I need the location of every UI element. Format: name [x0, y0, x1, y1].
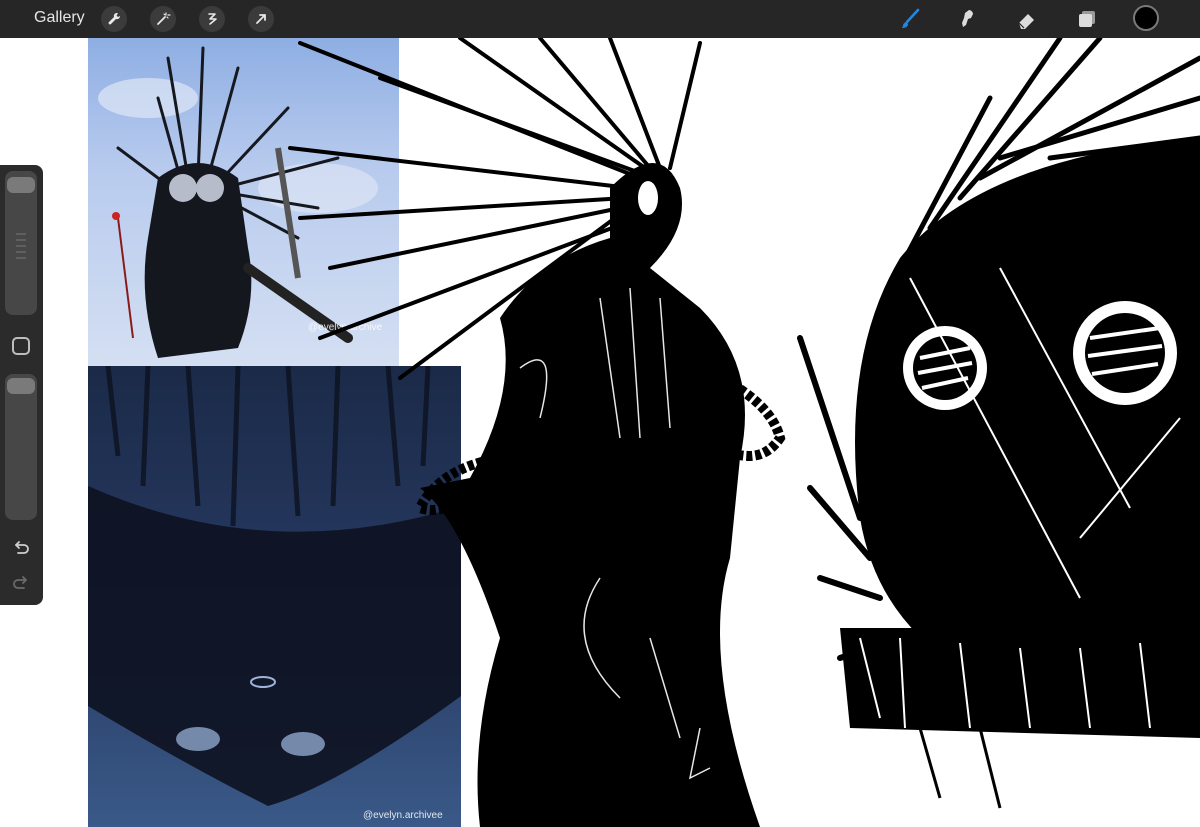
eraser-icon[interactable]	[1013, 5, 1041, 33]
smudge-icon[interactable]	[953, 5, 981, 33]
slider-grip	[16, 239, 26, 241]
left-sidebar	[0, 165, 43, 605]
drawing-canvas[interactable]: @evelyn.archive @evelyn.archivee	[0, 38, 1200, 827]
color-picker-button[interactable]	[1133, 5, 1159, 31]
undo-icon[interactable]	[10, 538, 32, 560]
selection-icon[interactable]	[199, 6, 225, 32]
modify-button[interactable]	[12, 337, 30, 355]
slider-grip	[16, 233, 26, 235]
figure-eye	[638, 181, 658, 215]
ink-sketch-artwork	[288, 38, 1200, 827]
redo-icon[interactable]	[10, 573, 32, 595]
magic-wand-icon[interactable]	[150, 6, 176, 32]
layers-icon[interactable]	[1073, 5, 1101, 33]
wrench-icon[interactable]	[101, 6, 127, 32]
gallery-button[interactable]: Gallery	[34, 9, 85, 27]
slider-grip	[16, 245, 26, 247]
transform-arrow-icon[interactable]	[248, 6, 274, 32]
gasmask-head-sketch	[797, 38, 1200, 809]
opacity-thumb[interactable]	[7, 378, 35, 394]
brush-icon[interactable]	[896, 5, 924, 33]
brush-size-thumb[interactable]	[7, 177, 35, 193]
brush-size-slider[interactable]	[5, 171, 37, 315]
top-toolbar: Gallery	[0, 0, 1200, 38]
figure-silhouette	[420, 163, 760, 827]
slider-grip	[16, 251, 26, 253]
opacity-slider[interactable]	[5, 374, 37, 520]
slider-grip	[16, 257, 26, 259]
